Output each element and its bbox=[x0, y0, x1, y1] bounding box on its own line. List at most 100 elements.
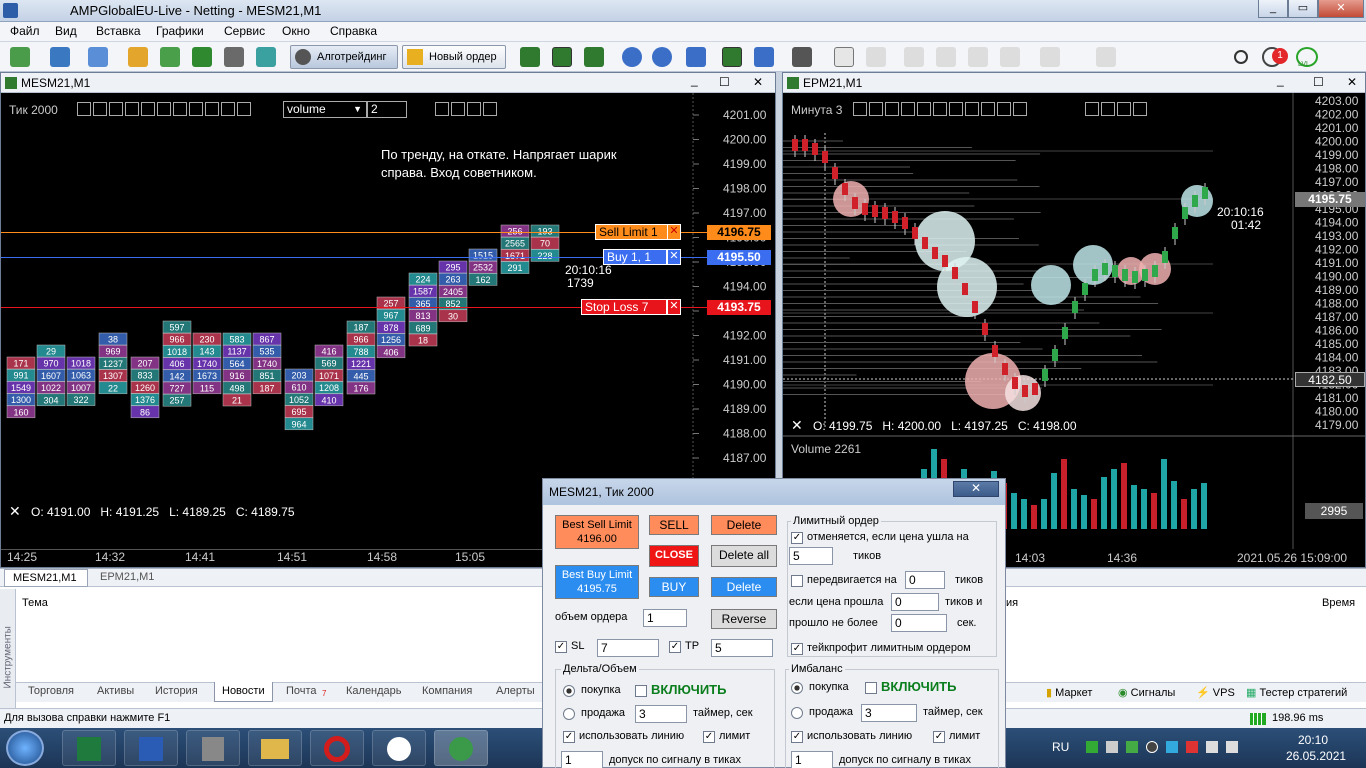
seconds-input[interactable]: 0 bbox=[891, 614, 947, 632]
data-window-icon[interactable] bbox=[192, 47, 212, 67]
stop-loss-close-icon[interactable]: ✕ bbox=[667, 299, 681, 315]
menu-file[interactable]: Файл bbox=[10, 24, 40, 38]
chart-tab-epm[interactable]: EPM21,M1 bbox=[92, 571, 154, 583]
chart-icon[interactable] bbox=[88, 47, 108, 67]
buy-label[interactable]: Buy 1, 1 bbox=[603, 249, 667, 265]
left-chart-close[interactable]: ✕ bbox=[753, 75, 763, 89]
delete-sell-button[interactable]: Delete bbox=[711, 515, 777, 535]
tab-assets[interactable]: Активы bbox=[97, 685, 134, 697]
left-chart-maximize[interactable]: ☐ bbox=[719, 75, 730, 89]
navigator-icon[interactable] bbox=[128, 47, 148, 67]
excel-icon[interactable] bbox=[62, 730, 116, 766]
best-buy-limit-button[interactable]: Best Buy Limit 4195.75 bbox=[555, 565, 639, 599]
tray-icons[interactable] bbox=[1086, 741, 1246, 755]
reverse-button[interactable]: Reverse bbox=[711, 609, 777, 629]
delta-buy-radio[interactable] bbox=[563, 685, 575, 697]
new-chart-icon[interactable] bbox=[10, 47, 30, 67]
tester-icon[interactable] bbox=[256, 47, 276, 67]
cancel-if-checkbox[interactable]: ✓ bbox=[791, 532, 803, 544]
arrows-icon[interactable] bbox=[1096, 47, 1116, 67]
explorer-icon[interactable] bbox=[248, 730, 302, 766]
right-chart-minimize[interactable]: _ bbox=[1277, 73, 1284, 87]
link-vps[interactable]: ⚡ VPS bbox=[1196, 686, 1235, 699]
tab-mail[interactable]: Почта bbox=[286, 685, 317, 697]
imb-timer-input[interactable]: 3 bbox=[861, 704, 917, 722]
tp-limit-checkbox[interactable]: ✓ bbox=[791, 643, 803, 655]
autoscroll-icon[interactable] bbox=[722, 47, 742, 67]
delete-all-button[interactable]: Delete all bbox=[711, 545, 777, 567]
profiles-icon[interactable] bbox=[50, 47, 70, 67]
language-indicator[interactable]: RU bbox=[1052, 740, 1069, 754]
candle-chart-icon[interactable] bbox=[552, 47, 572, 67]
link-market[interactable]: ▮ Маркет bbox=[1046, 686, 1092, 699]
stop-loss-label[interactable]: Stop Loss 7 bbox=[581, 299, 667, 315]
delete-buy-button[interactable]: Delete bbox=[711, 577, 777, 597]
menu-view[interactable]: Вид bbox=[55, 24, 77, 38]
delta-sell-radio[interactable] bbox=[563, 708, 575, 720]
tab-trade[interactable]: Торговля bbox=[28, 685, 74, 697]
minimize-button[interactable]: _ bbox=[1258, 0, 1288, 18]
menu-help[interactable]: Справка bbox=[330, 24, 377, 38]
sell-limit-close-icon[interactable]: ✕ bbox=[667, 224, 681, 240]
zoom-in-icon[interactable] bbox=[622, 47, 642, 67]
templates-icon[interactable] bbox=[792, 47, 812, 67]
horizontal-line-icon[interactable] bbox=[936, 47, 956, 67]
left-chart-minimize[interactable]: _ bbox=[691, 73, 698, 87]
vertical-line-icon[interactable] bbox=[904, 47, 924, 67]
menu-insert[interactable]: Вставка bbox=[96, 24, 141, 38]
fibo-icon[interactable] bbox=[1000, 47, 1020, 67]
tab-history[interactable]: История bbox=[155, 685, 198, 697]
imb-tolerance-input[interactable]: 1 bbox=[791, 751, 833, 768]
best-sell-limit-button[interactable]: Best Sell Limit 4196.00 bbox=[555, 515, 639, 549]
passed-ticks-input[interactable]: 0 bbox=[891, 593, 939, 611]
right-chart-close[interactable]: ✕ bbox=[1347, 75, 1357, 89]
market-watch-icon[interactable] bbox=[160, 47, 180, 67]
new-order-button[interactable]: Новый ордер bbox=[402, 45, 506, 69]
line-chart-icon[interactable] bbox=[584, 47, 604, 67]
buy-button[interactable]: BUY bbox=[649, 577, 699, 597]
bar-chart-icon[interactable] bbox=[520, 47, 540, 67]
crosshair-icon[interactable] bbox=[866, 47, 886, 67]
tp-input[interactable]: 5 bbox=[711, 639, 773, 657]
maximize-button[interactable]: ▭ bbox=[1288, 0, 1318, 18]
tab-news[interactable]: Новости bbox=[214, 682, 273, 702]
delta-tolerance-input[interactable]: 1 bbox=[561, 751, 603, 768]
sl-input[interactable]: 7 bbox=[597, 639, 659, 657]
chart-tab-mesm[interactable]: MESM21,M1 bbox=[4, 569, 88, 587]
order-volume-input[interactable]: 1 bbox=[643, 609, 687, 627]
cursor-icon[interactable] bbox=[834, 47, 854, 67]
zoom-out-icon[interactable] bbox=[652, 47, 672, 67]
delta-use-line-checkbox[interactable]: ✓ bbox=[563, 731, 575, 743]
sell-button[interactable]: SELL bbox=[649, 515, 699, 535]
close-button[interactable]: ✕ bbox=[1318, 0, 1364, 18]
imb-buy-radio[interactable] bbox=[791, 682, 803, 694]
link-signals[interactable]: ◉ Сигналы bbox=[1118, 686, 1175, 699]
tp-checkbox[interactable]: ✓ bbox=[669, 641, 681, 653]
calculator-icon[interactable] bbox=[186, 730, 240, 766]
tab-company[interactable]: Компания bbox=[422, 685, 472, 697]
sl-checkbox[interactable]: ✓ bbox=[555, 641, 567, 653]
moves-ticks-input[interactable]: 0 bbox=[905, 571, 945, 589]
cancel-ticks-input[interactable]: 5 bbox=[789, 547, 833, 565]
delta-limit-checkbox[interactable]: ✓ bbox=[703, 731, 715, 743]
tab-alerts[interactable]: Алерты bbox=[496, 685, 535, 697]
imb-limit-checkbox[interactable]: ✓ bbox=[933, 731, 945, 743]
sell-limit-label[interactable]: Sell Limit 1 bbox=[595, 224, 671, 240]
chart-shift-icon[interactable] bbox=[754, 47, 774, 67]
tile-icon[interactable] bbox=[686, 47, 706, 67]
metatrader-icon[interactable] bbox=[434, 730, 488, 766]
start-button[interactable] bbox=[6, 730, 44, 766]
algo-trading-button[interactable]: Алготрейдинг bbox=[290, 45, 398, 69]
wifi-icon[interactable] bbox=[372, 730, 426, 766]
delta-timer-input[interactable]: 3 bbox=[635, 705, 687, 723]
imb-use-line-checkbox[interactable]: ✓ bbox=[791, 731, 803, 743]
delta-enable-checkbox[interactable] bbox=[635, 685, 647, 697]
tab-calendar[interactable]: Календарь bbox=[346, 685, 402, 697]
imb-sell-radio[interactable] bbox=[791, 707, 803, 719]
imb-enable-checkbox[interactable] bbox=[865, 682, 877, 694]
search-icon[interactable] bbox=[1234, 50, 1248, 64]
opera-icon[interactable] bbox=[310, 730, 364, 766]
link-tester[interactable]: ▦ Тестер стратегий bbox=[1246, 686, 1347, 699]
word-icon[interactable] bbox=[124, 730, 178, 766]
menu-window[interactable]: Окно bbox=[282, 24, 310, 38]
